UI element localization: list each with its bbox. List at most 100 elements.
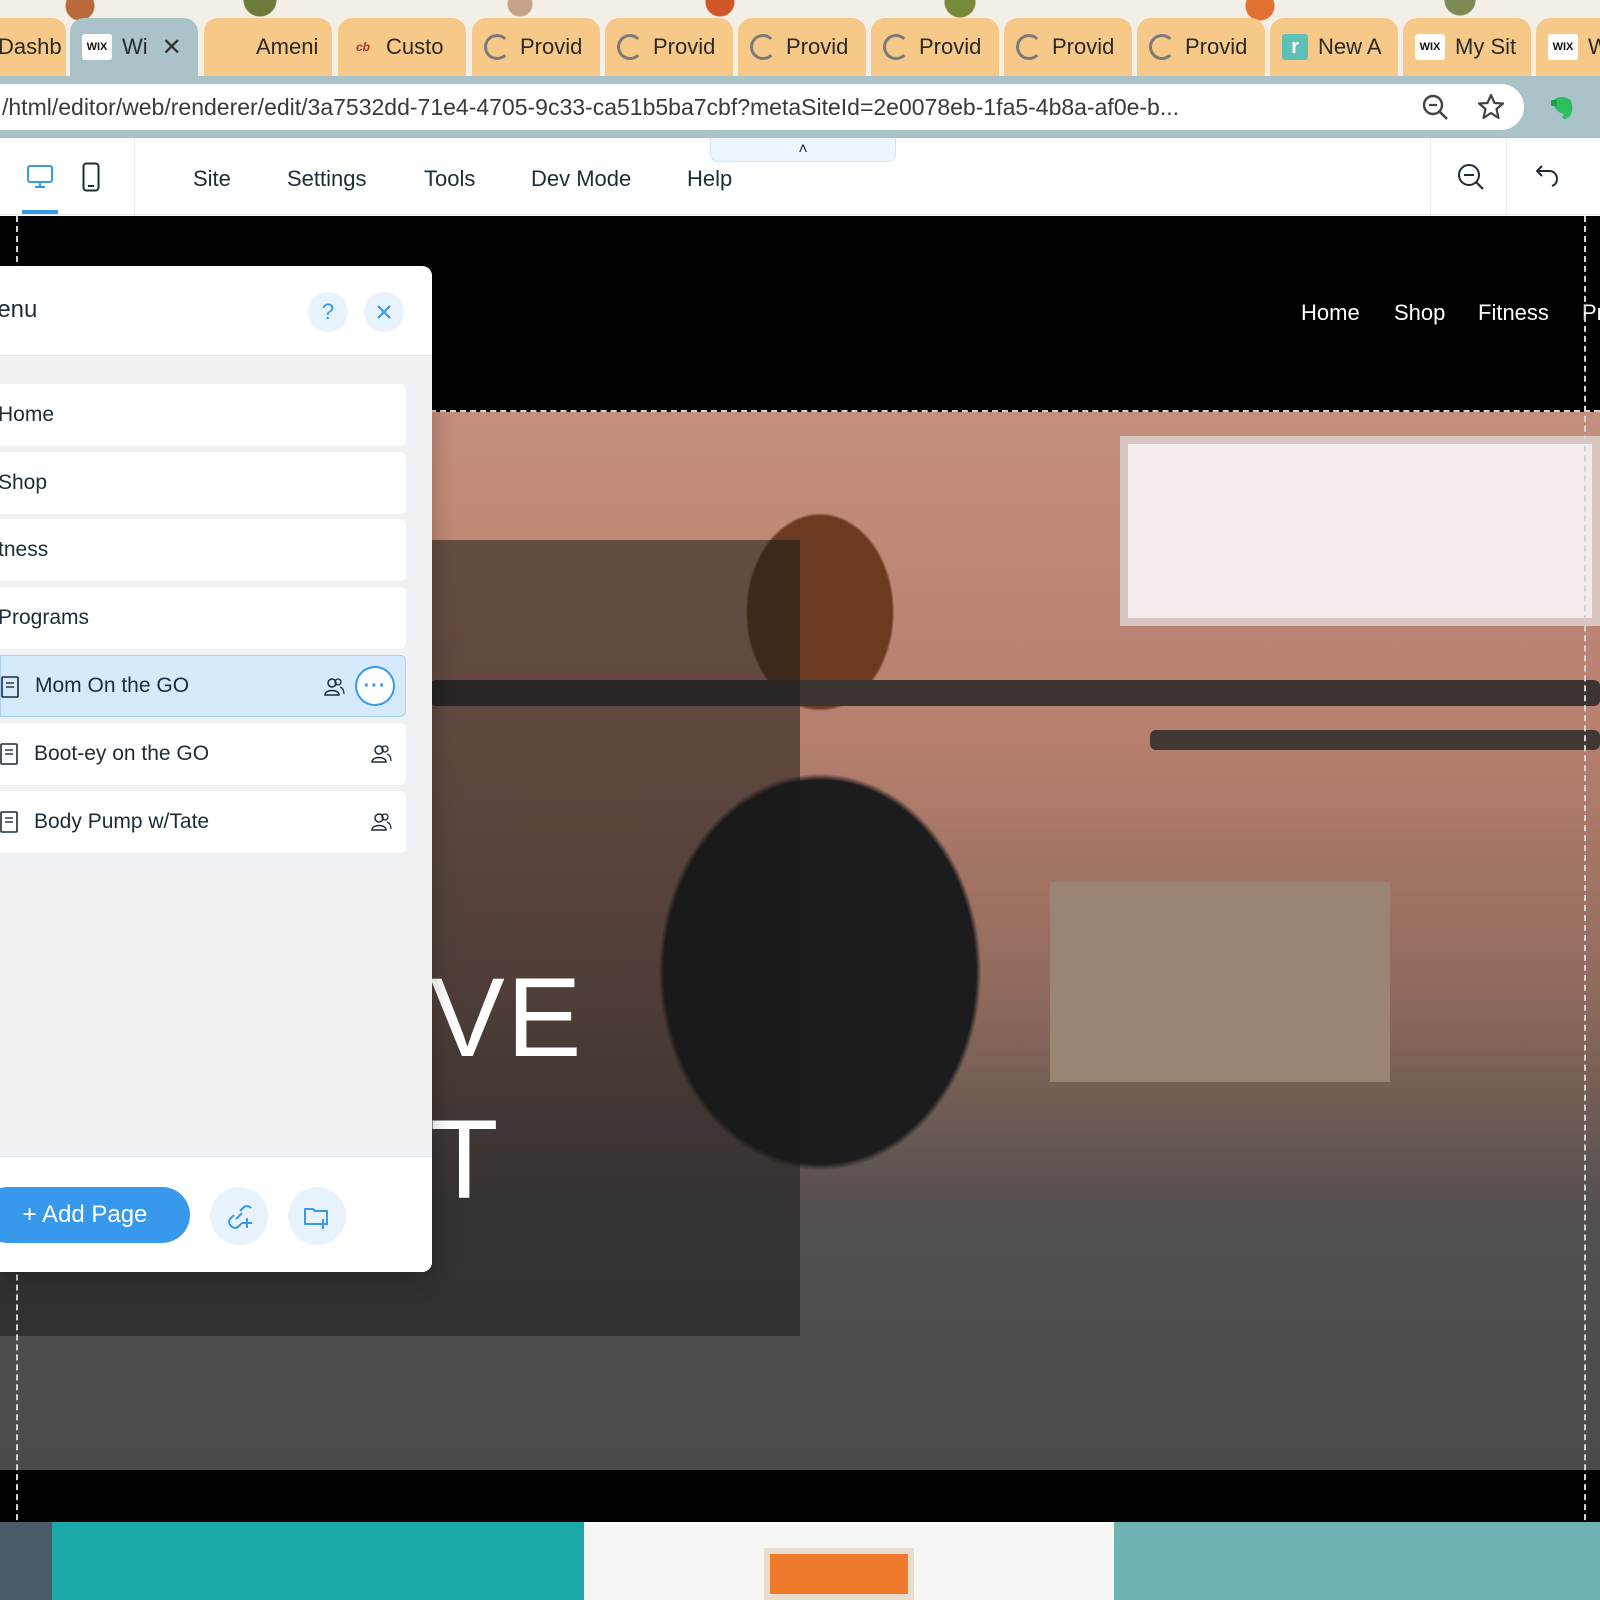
page-item-boot-ey-on-the-go[interactable]: Boot-ey on the GO xyxy=(0,723,406,785)
tab-title: Provid xyxy=(919,34,982,59)
browser-tab[interactable]: WIX W xyxy=(1536,18,1600,76)
tab-title: Provid xyxy=(1185,34,1248,59)
browser-tab[interactable]: Provid xyxy=(1137,18,1265,76)
url-text[interactable]: /html/editor/web/renderer/edit/3a7532dd-… xyxy=(0,94,1400,121)
bookmark-star-icon[interactable] xyxy=(1476,92,1506,122)
browser-tab[interactable]: r New A xyxy=(1270,18,1398,76)
cb-favicon-icon: cb xyxy=(355,40,370,54)
gallery-image[interactable] xyxy=(0,1522,52,1600)
gallery-image[interactable] xyxy=(584,1522,1114,1600)
page-item-mom-on-the-go[interactable]: Mom On the GO ··· xyxy=(0,655,406,717)
gallery-image[interactable] xyxy=(52,1522,584,1600)
page-item-shop[interactable]: Shop xyxy=(0,452,406,514)
page-doc-icon xyxy=(0,811,18,833)
hero-heading-line1: VE xyxy=(430,955,584,1080)
site-nav-home[interactable]: Home xyxy=(1301,300,1360,326)
menu-settings[interactable]: Settings xyxy=(287,166,367,192)
members-only-icon xyxy=(371,813,392,831)
tab-title: Provid xyxy=(520,34,583,59)
menu-tools[interactable]: Tools xyxy=(424,166,475,192)
active-view-indicator xyxy=(22,210,58,214)
c-favicon-icon xyxy=(617,34,643,60)
undo-icon[interactable] xyxy=(1534,162,1560,188)
c-favicon-icon xyxy=(484,34,510,60)
tab-title: Provid xyxy=(786,34,849,59)
menu-dev-mode[interactable]: Dev Mode xyxy=(531,166,631,192)
browser-tab[interactable]: Provid xyxy=(738,18,866,76)
menu-site[interactable]: Site xyxy=(193,166,231,192)
page-item-label: tness xyxy=(0,538,49,561)
mobile-view-icon[interactable] xyxy=(82,162,100,192)
tab-title: Ameni xyxy=(256,34,319,59)
panel-title: lenu xyxy=(0,296,38,323)
page-item-fitness[interactable]: tness xyxy=(0,519,406,581)
tab-title: Provid xyxy=(1052,34,1115,59)
add-page-label: + Add Page xyxy=(22,1201,148,1228)
browser-tab[interactable]: Provid xyxy=(871,18,999,76)
page-item-home[interactable]: Home xyxy=(0,384,406,446)
page-item-body-pump[interactable]: Body Pump w/Tate xyxy=(0,791,406,853)
members-only-icon xyxy=(371,745,392,763)
add-page-button[interactable]: + Add Page xyxy=(0,1187,190,1243)
browser-tab[interactable]: Ameni xyxy=(204,18,332,76)
site-menu-panel: lenu ? Home Shop tness Programs Mom On t… xyxy=(0,266,432,1272)
c-favicon-icon xyxy=(883,34,909,60)
page-item-label: Shop xyxy=(0,471,48,494)
browser-tab[interactable]: cb Custo xyxy=(338,18,466,76)
browser-tab[interactable]: Dashb xyxy=(0,18,66,76)
page-item-programs[interactable]: Programs xyxy=(0,587,406,649)
zoom-out-icon[interactable] xyxy=(1456,162,1486,192)
browser-tab-strip: Dashb WIX Wi ✕ Ameni cb Custo Provid Pro… xyxy=(0,0,1600,76)
hero-heading-line2: T xyxy=(430,1097,501,1222)
product-graphic xyxy=(764,1548,914,1600)
browser-tab[interactable]: Provid xyxy=(1004,18,1132,76)
url-box[interactable]: /html/editor/web/renderer/edit/3a7532dd-… xyxy=(0,84,1524,130)
wix-favicon-icon: WIX xyxy=(1548,34,1578,60)
desktop-view-icon[interactable] xyxy=(26,164,54,190)
tab-title: New A xyxy=(1318,34,1382,59)
panel-footer: + Add Page xyxy=(0,1156,432,1272)
site-nav-shop[interactable]: Shop xyxy=(1394,300,1445,326)
page-item-label: Mom On the GO xyxy=(35,674,190,697)
browser-tab[interactable]: Provid xyxy=(472,18,600,76)
tab-title: Custo xyxy=(386,34,444,59)
evernote-extension-icon[interactable] xyxy=(1548,94,1576,122)
c-favicon-icon xyxy=(1016,34,1042,60)
browser-tab[interactable]: Provid xyxy=(605,18,733,76)
more-icon: ··· xyxy=(363,674,387,697)
editor-top-bar: Site Settings Tools Dev Mode Help ˄ xyxy=(0,138,1600,215)
page-doc-icon xyxy=(1,676,19,698)
divider xyxy=(1506,138,1507,215)
members-only-icon xyxy=(324,678,345,696)
hero-plyo-box-graphic xyxy=(1050,882,1390,1082)
link-add-icon xyxy=(228,1205,252,1229)
menu-help[interactable]: Help xyxy=(687,166,732,192)
wix-favicon-icon: WIX xyxy=(1415,34,1445,60)
tab-close-icon[interactable]: ✕ xyxy=(162,33,182,62)
browser-tab[interactable]: WIX My Sit xyxy=(1403,18,1531,76)
zoom-icon[interactable] xyxy=(1420,92,1450,122)
page-item-label: Programs xyxy=(0,606,90,629)
collapse-toolbar-button[interactable]: ˄ xyxy=(710,138,896,162)
page-item-label: Boot-ey on the GO xyxy=(34,742,210,765)
gallery-image[interactable] xyxy=(1114,1522,1600,1600)
close-panel-button[interactable] xyxy=(364,292,404,332)
tab-title: Wi xyxy=(122,34,148,59)
help-button[interactable]: ? xyxy=(308,292,348,332)
hero-barbell-graphic xyxy=(1150,730,1600,750)
browser-tab-active[interactable]: WIX Wi ✕ xyxy=(70,18,198,76)
chevron-up-icon: ˄ xyxy=(798,140,808,158)
panel-header: lenu ? xyxy=(0,266,432,356)
add-folder-button[interactable] xyxy=(288,1187,346,1245)
c-favicon-icon xyxy=(750,34,776,60)
help-icon: ? xyxy=(321,299,335,324)
page-more-actions-button[interactable]: ··· xyxy=(355,666,395,706)
page-item-label: Body Pump w/Tate xyxy=(34,810,210,833)
add-link-button[interactable] xyxy=(210,1187,268,1245)
site-nav-fitness[interactable]: Fitness xyxy=(1478,300,1549,326)
c-favicon-icon xyxy=(1149,34,1175,60)
hero-window-graphic xyxy=(1120,436,1600,626)
address-bar: /html/editor/web/renderer/edit/3a7532dd-… xyxy=(0,76,1600,138)
right-gridline xyxy=(1584,216,1586,1600)
tab-title: My Sit xyxy=(1455,34,1517,59)
